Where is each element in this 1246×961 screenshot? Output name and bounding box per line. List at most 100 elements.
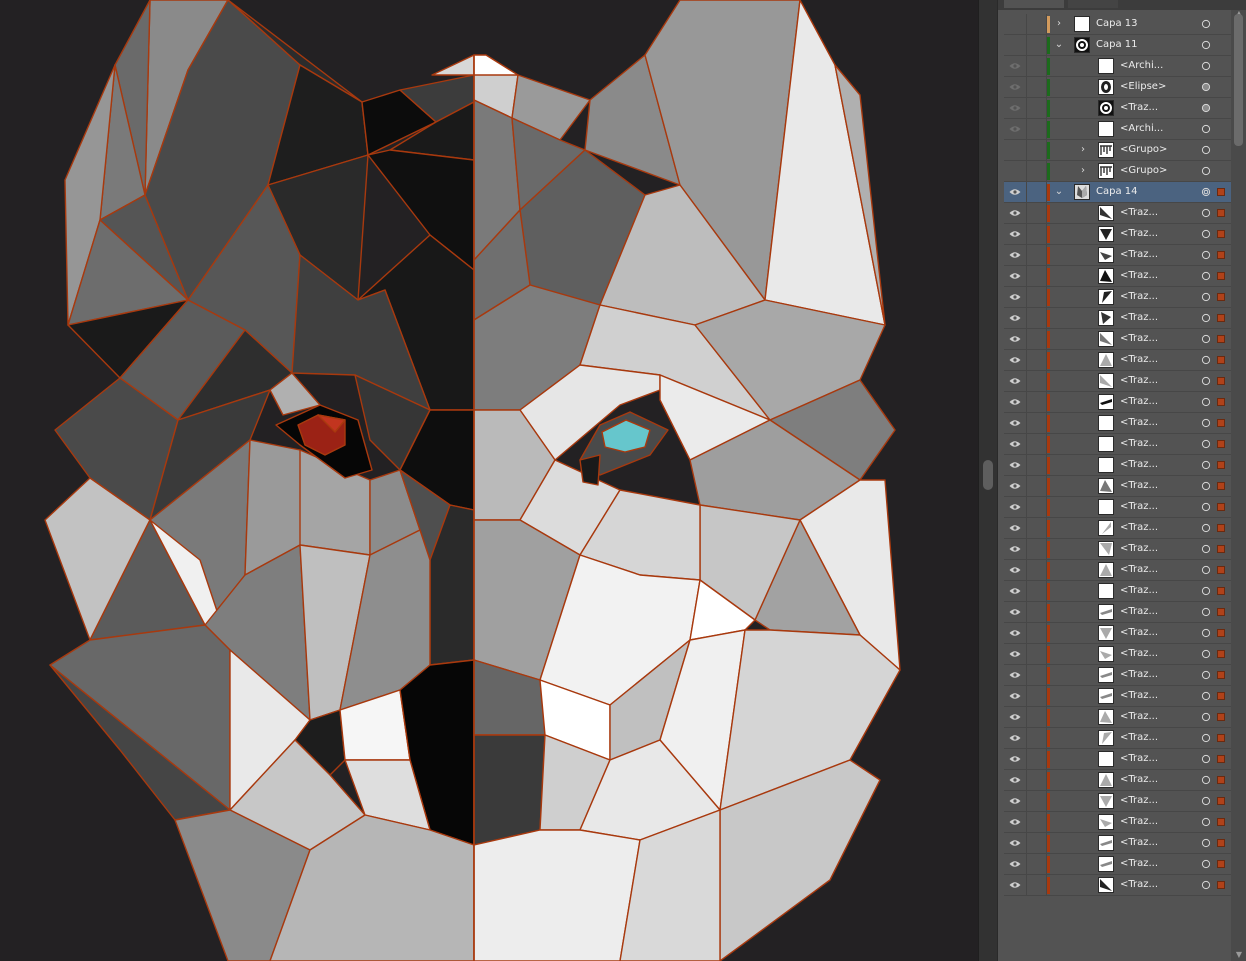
selection-indicator[interactable] bbox=[1217, 755, 1225, 763]
lock-toggle[interactable] bbox=[1026, 602, 1047, 622]
visibility-toggle[interactable] bbox=[1004, 476, 1027, 496]
layer-name[interactable]: <Archi... bbox=[1120, 123, 1163, 134]
target-icon[interactable] bbox=[1201, 712, 1211, 722]
layer-name[interactable]: <Grupo> bbox=[1120, 144, 1167, 155]
lock-toggle[interactable] bbox=[1026, 392, 1047, 412]
group-row[interactable]: › <Grupo> bbox=[1004, 161, 1231, 182]
selection-indicator[interactable] bbox=[1217, 566, 1225, 574]
chevron-right-icon[interactable]: › bbox=[1078, 144, 1088, 156]
lock-toggle[interactable] bbox=[1026, 203, 1047, 223]
target-icon[interactable] bbox=[1201, 481, 1211, 491]
path-row[interactable]: <Traz... bbox=[1004, 287, 1231, 308]
target-icon[interactable] bbox=[1201, 733, 1211, 743]
lock-toggle[interactable] bbox=[1026, 770, 1047, 790]
path-row[interactable]: <Traz... bbox=[1004, 728, 1231, 749]
visibility-toggle[interactable] bbox=[1004, 686, 1027, 706]
lock-toggle[interactable] bbox=[1026, 98, 1047, 118]
lock-toggle[interactable] bbox=[1026, 728, 1047, 748]
layer-name[interactable]: Capa 13 bbox=[1096, 18, 1138, 29]
lock-toggle[interactable] bbox=[1026, 56, 1047, 76]
layer-name[interactable]: <Traz... bbox=[1120, 354, 1158, 365]
selection-indicator[interactable] bbox=[1217, 188, 1225, 196]
target-icon[interactable] bbox=[1201, 103, 1211, 113]
layer-name[interactable]: <Traz... bbox=[1120, 522, 1158, 533]
selection-indicator[interactable] bbox=[1217, 419, 1225, 427]
wolf-lowpoly-artwork[interactable] bbox=[0, 0, 978, 961]
layer-name[interactable]: <Traz... bbox=[1120, 459, 1158, 470]
path-row[interactable]: <Traz... bbox=[1004, 791, 1231, 812]
selection-indicator[interactable] bbox=[1217, 335, 1225, 343]
lock-toggle[interactable] bbox=[1026, 287, 1047, 307]
layer-name[interactable]: <Traz... bbox=[1120, 375, 1158, 386]
group-row[interactable]: › <Grupo> bbox=[1004, 140, 1231, 161]
lock-toggle[interactable] bbox=[1026, 686, 1047, 706]
target-icon[interactable] bbox=[1201, 439, 1211, 449]
visibility-toggle[interactable] bbox=[1004, 287, 1027, 307]
layer-row[interactable]: ⌄ Capa 11 bbox=[1004, 35, 1231, 56]
selection-indicator[interactable] bbox=[1217, 818, 1225, 826]
selection-indicator[interactable] bbox=[1217, 524, 1225, 532]
visibility-toggle[interactable] bbox=[1004, 392, 1027, 412]
lock-toggle[interactable] bbox=[1026, 497, 1047, 517]
target-icon[interactable] bbox=[1201, 187, 1211, 197]
selection-indicator[interactable] bbox=[1217, 797, 1225, 805]
target-icon[interactable] bbox=[1201, 40, 1211, 50]
layers-scrollbar[interactable]: ▲ ▼ bbox=[1231, 10, 1246, 961]
lock-toggle[interactable] bbox=[1026, 560, 1047, 580]
target-icon[interactable] bbox=[1201, 607, 1211, 617]
visibility-toggle[interactable] bbox=[1004, 224, 1027, 244]
lock-toggle[interactable] bbox=[1026, 518, 1047, 538]
visibility-toggle[interactable] bbox=[1004, 665, 1027, 685]
path-row[interactable]: <Traz... bbox=[1004, 875, 1231, 896]
path-row[interactable]: <Elipse> bbox=[1004, 77, 1231, 98]
target-icon[interactable] bbox=[1201, 649, 1211, 659]
lock-toggle[interactable] bbox=[1026, 119, 1047, 139]
layer-name[interactable]: <Traz... bbox=[1120, 564, 1158, 575]
selection-indicator[interactable] bbox=[1217, 440, 1225, 448]
layers-scrollbar-thumb[interactable] bbox=[1234, 14, 1243, 146]
lock-toggle[interactable] bbox=[1026, 434, 1047, 454]
layer-name[interactable]: <Traz... bbox=[1120, 669, 1158, 680]
target-icon[interactable] bbox=[1201, 166, 1211, 176]
selection-indicator[interactable] bbox=[1217, 314, 1225, 322]
target-icon[interactable] bbox=[1201, 859, 1211, 869]
layer-name[interactable]: <Traz... bbox=[1120, 606, 1158, 617]
selection-indicator[interactable] bbox=[1217, 860, 1225, 868]
layer-name[interactable]: <Traz... bbox=[1120, 585, 1158, 596]
layer-name[interactable]: <Traz... bbox=[1120, 501, 1158, 512]
visibility-toggle[interactable] bbox=[1004, 413, 1027, 433]
layer-name[interactable]: <Traz... bbox=[1120, 312, 1158, 323]
selection-indicator[interactable] bbox=[1217, 776, 1225, 784]
selection-indicator[interactable] bbox=[1217, 356, 1225, 364]
path-row[interactable]: <Traz... bbox=[1004, 644, 1231, 665]
lock-toggle[interactable] bbox=[1026, 308, 1047, 328]
selection-indicator[interactable] bbox=[1217, 587, 1225, 595]
visibility-toggle[interactable] bbox=[1004, 623, 1027, 643]
path-row[interactable]: <Traz... bbox=[1004, 602, 1231, 623]
target-icon[interactable] bbox=[1201, 355, 1211, 365]
path-row[interactable]: <Traz... bbox=[1004, 497, 1231, 518]
layer-name[interactable]: <Traz... bbox=[1120, 333, 1158, 344]
canvas-vertical-scrollbar[interactable] bbox=[978, 0, 997, 961]
lock-toggle[interactable] bbox=[1026, 161, 1047, 181]
visibility-toggle[interactable] bbox=[1004, 560, 1027, 580]
visibility-toggle[interactable] bbox=[1004, 518, 1027, 538]
selection-indicator[interactable] bbox=[1217, 608, 1225, 616]
path-row[interactable]: <Traz... bbox=[1004, 308, 1231, 329]
selection-indicator[interactable] bbox=[1217, 482, 1225, 490]
path-row[interactable]: <Traz... bbox=[1004, 476, 1231, 497]
path-row[interactable]: <Traz... bbox=[1004, 224, 1231, 245]
layer-name[interactable]: <Traz... bbox=[1120, 627, 1158, 638]
panel-tab[interactable] bbox=[1004, 0, 1064, 8]
target-icon[interactable] bbox=[1201, 376, 1211, 386]
visibility-toggle[interactable] bbox=[1004, 770, 1027, 790]
visibility-toggle[interactable] bbox=[1004, 791, 1027, 811]
target-icon[interactable] bbox=[1201, 313, 1211, 323]
visibility-toggle[interactable] bbox=[1004, 308, 1027, 328]
layer-name[interactable]: <Traz... bbox=[1120, 207, 1158, 218]
path-row[interactable]: <Traz... bbox=[1004, 266, 1231, 287]
layer-row[interactable]: ⌄ Capa 14 bbox=[1004, 182, 1231, 203]
lock-toggle[interactable] bbox=[1026, 77, 1047, 97]
path-row[interactable]: <Traz... bbox=[1004, 623, 1231, 644]
visibility-toggle[interactable] bbox=[1004, 875, 1027, 895]
